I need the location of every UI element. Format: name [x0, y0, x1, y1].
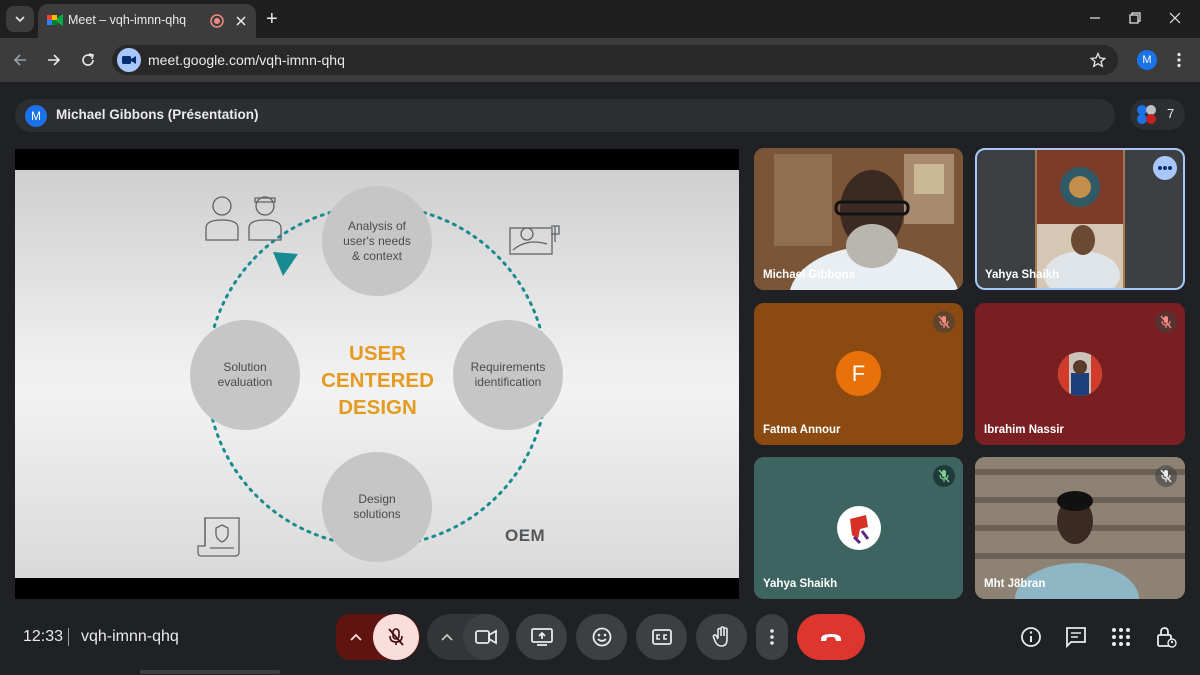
emoji-icon — [592, 627, 611, 647]
participant-name: Yahya Shaikh — [763, 578, 838, 590]
leave-call-button[interactable] — [797, 614, 865, 660]
participant-avatars-icon — [1137, 105, 1156, 124]
node-evaluation: Solution evaluation — [190, 320, 300, 430]
tab-list-button[interactable] — [6, 6, 34, 32]
host-controls-button[interactable] — [1154, 625, 1178, 649]
apps-grid-icon — [1112, 628, 1130, 646]
participant-tile[interactable]: F Fatma Annour — [754, 303, 963, 445]
patient-bed-icon — [509, 225, 560, 255]
tab-title: Meet – vqh-imnn-qhq — [68, 13, 187, 27]
mic-off-icon — [938, 315, 950, 329]
presenter-label: Michael Gibbons (Présentation) — [56, 107, 259, 122]
meet-logo-icon — [47, 14, 63, 26]
captions-icon — [651, 629, 672, 645]
node-analysis: Analysis of user's needs & context — [322, 186, 432, 296]
present-button[interactable] — [516, 614, 567, 660]
recording-icon — [210, 14, 224, 28]
activities-button[interactable] — [1109, 625, 1133, 649]
more-options-button[interactable] — [1153, 156, 1177, 180]
mic-off-icon — [1160, 469, 1172, 483]
forward-icon[interactable] — [46, 52, 62, 68]
new-tab-button[interactable]: + — [266, 8, 278, 31]
back-icon[interactable] — [12, 52, 28, 68]
node-requirements: Requirements identification — [453, 320, 563, 430]
camera-icon — [475, 629, 497, 645]
reactions-button[interactable] — [576, 614, 627, 660]
divider — [68, 628, 69, 646]
participant-name: Mht J8bran — [984, 578, 1046, 590]
more-dots-icon — [1158, 166, 1172, 170]
meeting-code: vqh-imnn-qhq — [81, 628, 179, 645]
participant-video — [1035, 150, 1125, 288]
present-screen-icon — [530, 628, 553, 646]
bookmark-star-icon[interactable] — [1090, 52, 1106, 68]
hand-icon — [712, 626, 728, 647]
document-shield-icon — [197, 517, 240, 557]
participant-tile[interactable]: Ibrahim Nassir — [975, 303, 1185, 445]
site-info-button[interactable] — [117, 48, 141, 72]
camera-site-icon — [122, 56, 136, 64]
chat-icon — [1066, 627, 1086, 648]
more-options-button[interactable] — [756, 614, 788, 660]
cycle-arrow-icon — [273, 252, 298, 276]
mic-off-badge — [1155, 311, 1177, 333]
chevron-up-icon — [350, 633, 362, 641]
participant-tile-active[interactable]: Yahya Shaikh — [975, 148, 1185, 290]
chevron-down-icon — [15, 16, 25, 23]
camera-toggle-button[interactable] — [463, 614, 509, 660]
participant-photo-avatar — [1058, 352, 1102, 396]
minimize-icon[interactable] — [1089, 12, 1101, 24]
meeting-clock: 12:33 — [23, 628, 64, 645]
participant-name: Ibrahim Nassir — [984, 424, 1064, 436]
participant-initial-avatar: F — [836, 351, 881, 396]
reload-icon[interactable] — [80, 52, 96, 68]
browser-tab-bar: Meet – vqh-imnn-qhq + — [0, 0, 1200, 38]
more-vert-icon — [770, 629, 774, 645]
url-text: meet.google.com/vqh-imnn-qhq — [148, 52, 345, 68]
restore-icon[interactable] — [1129, 12, 1141, 24]
profile-avatar[interactable]: M — [1137, 50, 1157, 70]
participants-pill[interactable]: 7 — [1130, 99, 1185, 130]
slide-center-title: USER CENTERED DESIGN — [321, 342, 434, 419]
participant-count: 7 — [1167, 106, 1175, 121]
slide: Analysis of user's needs & context Requi… — [15, 170, 739, 578]
close-window-icon[interactable] — [1169, 12, 1181, 24]
browser-tab[interactable]: Meet – vqh-imnn-qhq — [38, 4, 256, 38]
participant-tile[interactable]: Michael Gibbons — [754, 148, 963, 290]
address-bar-row: meet.google.com/vqh-imnn-qhq M — [0, 38, 1200, 82]
lock-person-icon — [1157, 627, 1177, 648]
info-icon — [1021, 627, 1041, 647]
chevron-up-icon — [441, 633, 453, 641]
presenter-avatar: M — [25, 105, 47, 127]
raise-hand-button[interactable] — [696, 614, 747, 660]
mic-toggle-button[interactable] — [373, 614, 419, 660]
participant-name: Yahya Shaikh — [985, 269, 1060, 281]
mic-off-badge — [933, 311, 955, 333]
mic-off-icon — [388, 628, 404, 646]
omnibox[interactable]: meet.google.com/vqh-imnn-qhq — [112, 45, 1118, 75]
participant-tile[interactable]: Mht J8bran — [975, 457, 1185, 599]
participant-name: Michael Gibbons — [763, 269, 856, 281]
browser-menu-icon[interactable] — [1176, 52, 1182, 68]
presenter-bar[interactable]: M Michael Gibbons (Présentation) — [15, 99, 1115, 132]
medical-staff-icon — [205, 196, 282, 241]
meeting-details-button[interactable] — [1019, 625, 1043, 649]
node-design: Design solutions — [322, 452, 432, 562]
scroll-indicator — [140, 670, 280, 674]
captions-button[interactable] — [636, 614, 687, 660]
mic-off-badge — [1155, 465, 1177, 487]
mic-off-badge — [933, 465, 955, 487]
participant-tile[interactable]: Yahya Shaikh — [754, 457, 963, 599]
participant-name: Fatma Annour — [763, 424, 841, 436]
mic-off-icon — [1160, 315, 1172, 329]
participant-photo-avatar — [837, 506, 881, 550]
slide-brand: OEM — [505, 526, 546, 545]
close-tab-icon[interactable] — [235, 15, 247, 27]
chat-button[interactable] — [1064, 625, 1088, 649]
hang-up-icon — [821, 634, 841, 641]
mic-off-icon — [938, 469, 950, 483]
